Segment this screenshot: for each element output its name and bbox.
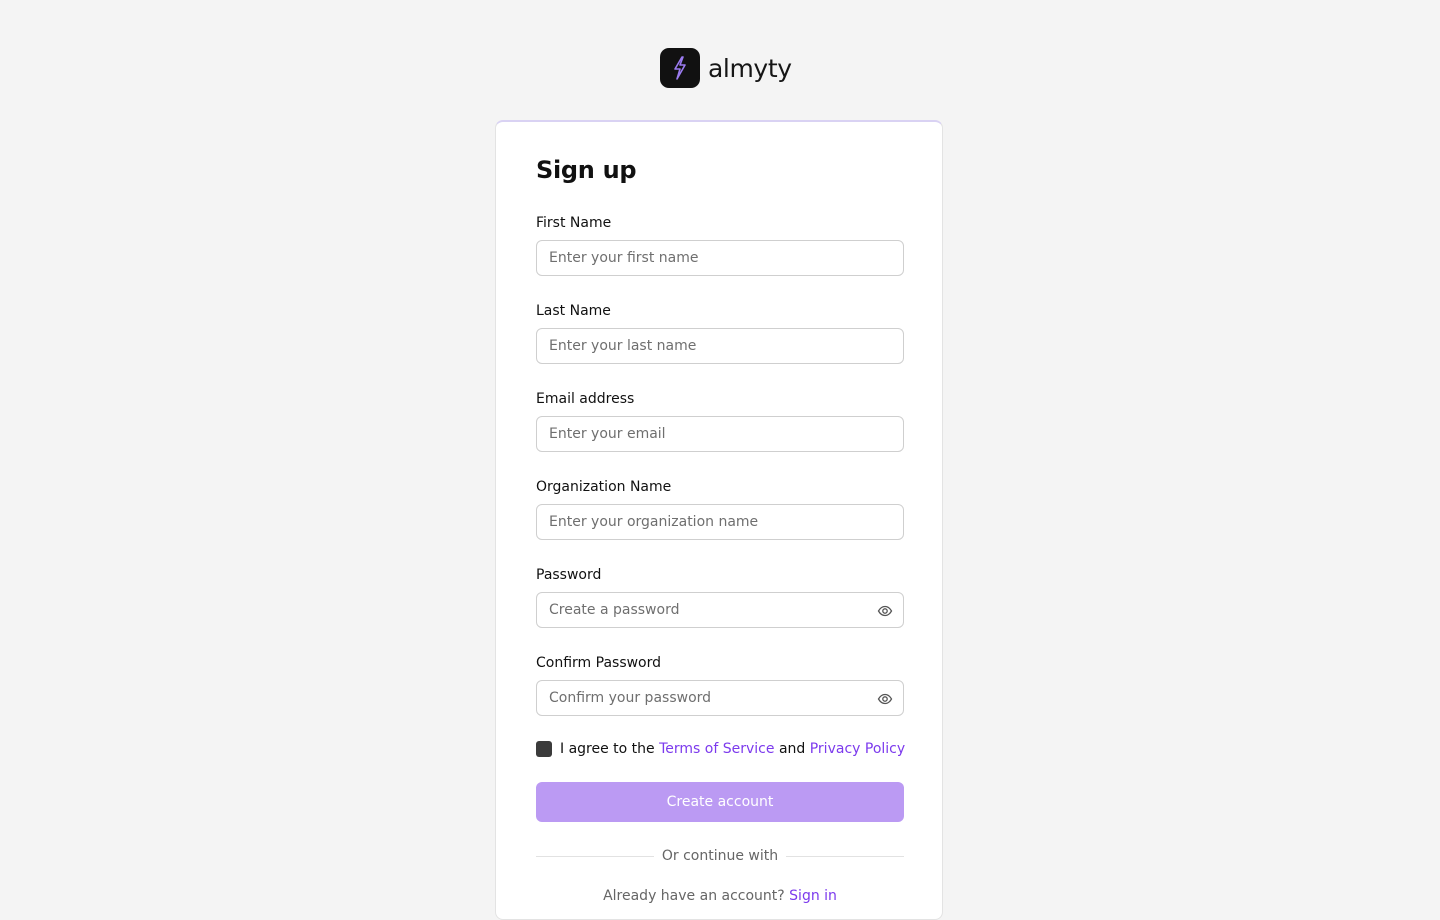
page-title: Sign up: [536, 156, 637, 184]
organization-label: Organization Name: [536, 479, 672, 495]
first-name-input[interactable]: [536, 240, 904, 276]
email-label: Email address: [536, 391, 635, 407]
agree-terms-row: I agree to the Terms of Service and Priv…: [536, 739, 916, 759]
agree-joiner: and: [778, 741, 806, 757]
organization-field: Organization Name: [536, 478, 904, 540]
divider: Or continue with: [536, 846, 905, 866]
password-field: Password: [536, 566, 904, 628]
confirm-password-input-wrap: [536, 672, 904, 716]
eye-icon[interactable]: [876, 690, 894, 708]
agree-prefix: I agree to the: [560, 741, 655, 757]
signup-card: Sign up First Name Last Name Email addre…: [495, 120, 943, 920]
brand: almyty: [660, 48, 792, 88]
terms-of-service-link[interactable]: Terms of Service: [659, 741, 774, 757]
lightning-bolt-icon: [660, 48, 700, 88]
password-input[interactable]: [536, 592, 904, 628]
organization-input[interactable]: [536, 504, 904, 540]
password-label: Password: [536, 567, 602, 583]
password-input-wrap: [536, 584, 904, 628]
last-name-label: Last Name: [536, 303, 611, 319]
first-name-field: First Name: [536, 214, 904, 276]
last-name-input[interactable]: [536, 328, 904, 364]
privacy-policy-link[interactable]: Privacy Policy: [810, 741, 905, 757]
email-input[interactable]: [536, 416, 904, 452]
first-name-label: First Name: [536, 215, 612, 231]
signin-prompt: Already have an account?: [603, 888, 785, 904]
create-account-button[interactable]: Create account: [536, 782, 904, 822]
confirm-password-field: Confirm Password: [536, 654, 904, 716]
signin-row: Already have an account? Sign in: [536, 888, 904, 904]
divider-text: Or continue with: [661, 848, 779, 864]
confirm-password-label: Confirm Password: [536, 655, 662, 671]
signin-link[interactable]: Sign in: [789, 888, 837, 904]
divider-line-right: [786, 855, 905, 857]
email-field: Email address: [536, 390, 904, 452]
last-name-field: Last Name: [536, 302, 904, 364]
eye-icon[interactable]: [876, 602, 894, 620]
confirm-password-input[interactable]: [536, 680, 904, 716]
divider-line-left: [536, 855, 654, 857]
agree-checkbox[interactable]: [536, 741, 552, 757]
brand-name: almyty: [708, 53, 792, 83]
